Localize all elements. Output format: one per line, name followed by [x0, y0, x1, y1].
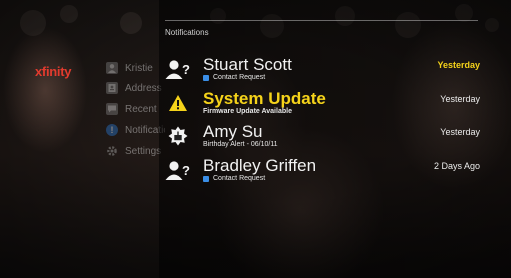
alert-icon: ! [106, 124, 118, 136]
notification-subtitle: Contact Request [203, 175, 265, 182]
address-book-icon [106, 82, 118, 94]
notification-time: 2 Days Ago [433, 161, 480, 171]
svg-text:?: ? [182, 163, 190, 178]
notification-name: Bradley Griffen [203, 156, 317, 175]
notification-time: Yesterday [440, 94, 480, 104]
sidebar-item-settings[interactable]: Settings [106, 142, 166, 160]
chat-icon [106, 103, 118, 115]
notification-row[interactable]: ? Stuart Scott Contact Request Yesterday [165, 55, 480, 85]
svg-text:?: ? [182, 62, 190, 77]
notification-row[interactable]: ? Bradley Griffen Contact Request 2 Days… [165, 156, 480, 186]
notification-subtitle: Contact Request [203, 74, 265, 81]
contact-request-icon: ? [165, 159, 191, 181]
notification-time: Yesterday [437, 60, 480, 70]
birthday-icon [165, 125, 191, 147]
contact-badge-icon [203, 74, 209, 81]
panel-title: Notifications [165, 28, 209, 37]
contact-request-icon: ? [165, 58, 191, 80]
sidebar-item-kristie[interactable]: Kristie [106, 59, 166, 77]
header-divider [165, 20, 478, 21]
notification-row[interactable]: System Update Firmware Update Available … [165, 89, 480, 119]
notification-subtitle: Firmware Update Available [203, 108, 292, 115]
notification-name: System Update [203, 89, 326, 108]
sidebar-item-notifications[interactable]: ! Notifications [106, 121, 166, 139]
user-icon [106, 62, 118, 74]
gear-icon [106, 145, 118, 157]
xfinity-logo: xfinity [35, 64, 72, 79]
notification-name: Amy Su [203, 122, 263, 141]
notification-row[interactable]: Amy Su Birthday Alert - 06/10/11 Yesterd… [165, 122, 480, 152]
notification-name: Stuart Scott [203, 55, 292, 74]
notification-subtitle: Birthday Alert - 06/10/11 [203, 141, 278, 148]
contact-badge-icon [203, 175, 209, 182]
warning-icon [165, 92, 191, 114]
sidebar-item-address[interactable]: Address [106, 79, 166, 97]
sidebar-item-recent[interactable]: Recent [106, 100, 166, 118]
notification-time: Yesterday [440, 127, 480, 137]
